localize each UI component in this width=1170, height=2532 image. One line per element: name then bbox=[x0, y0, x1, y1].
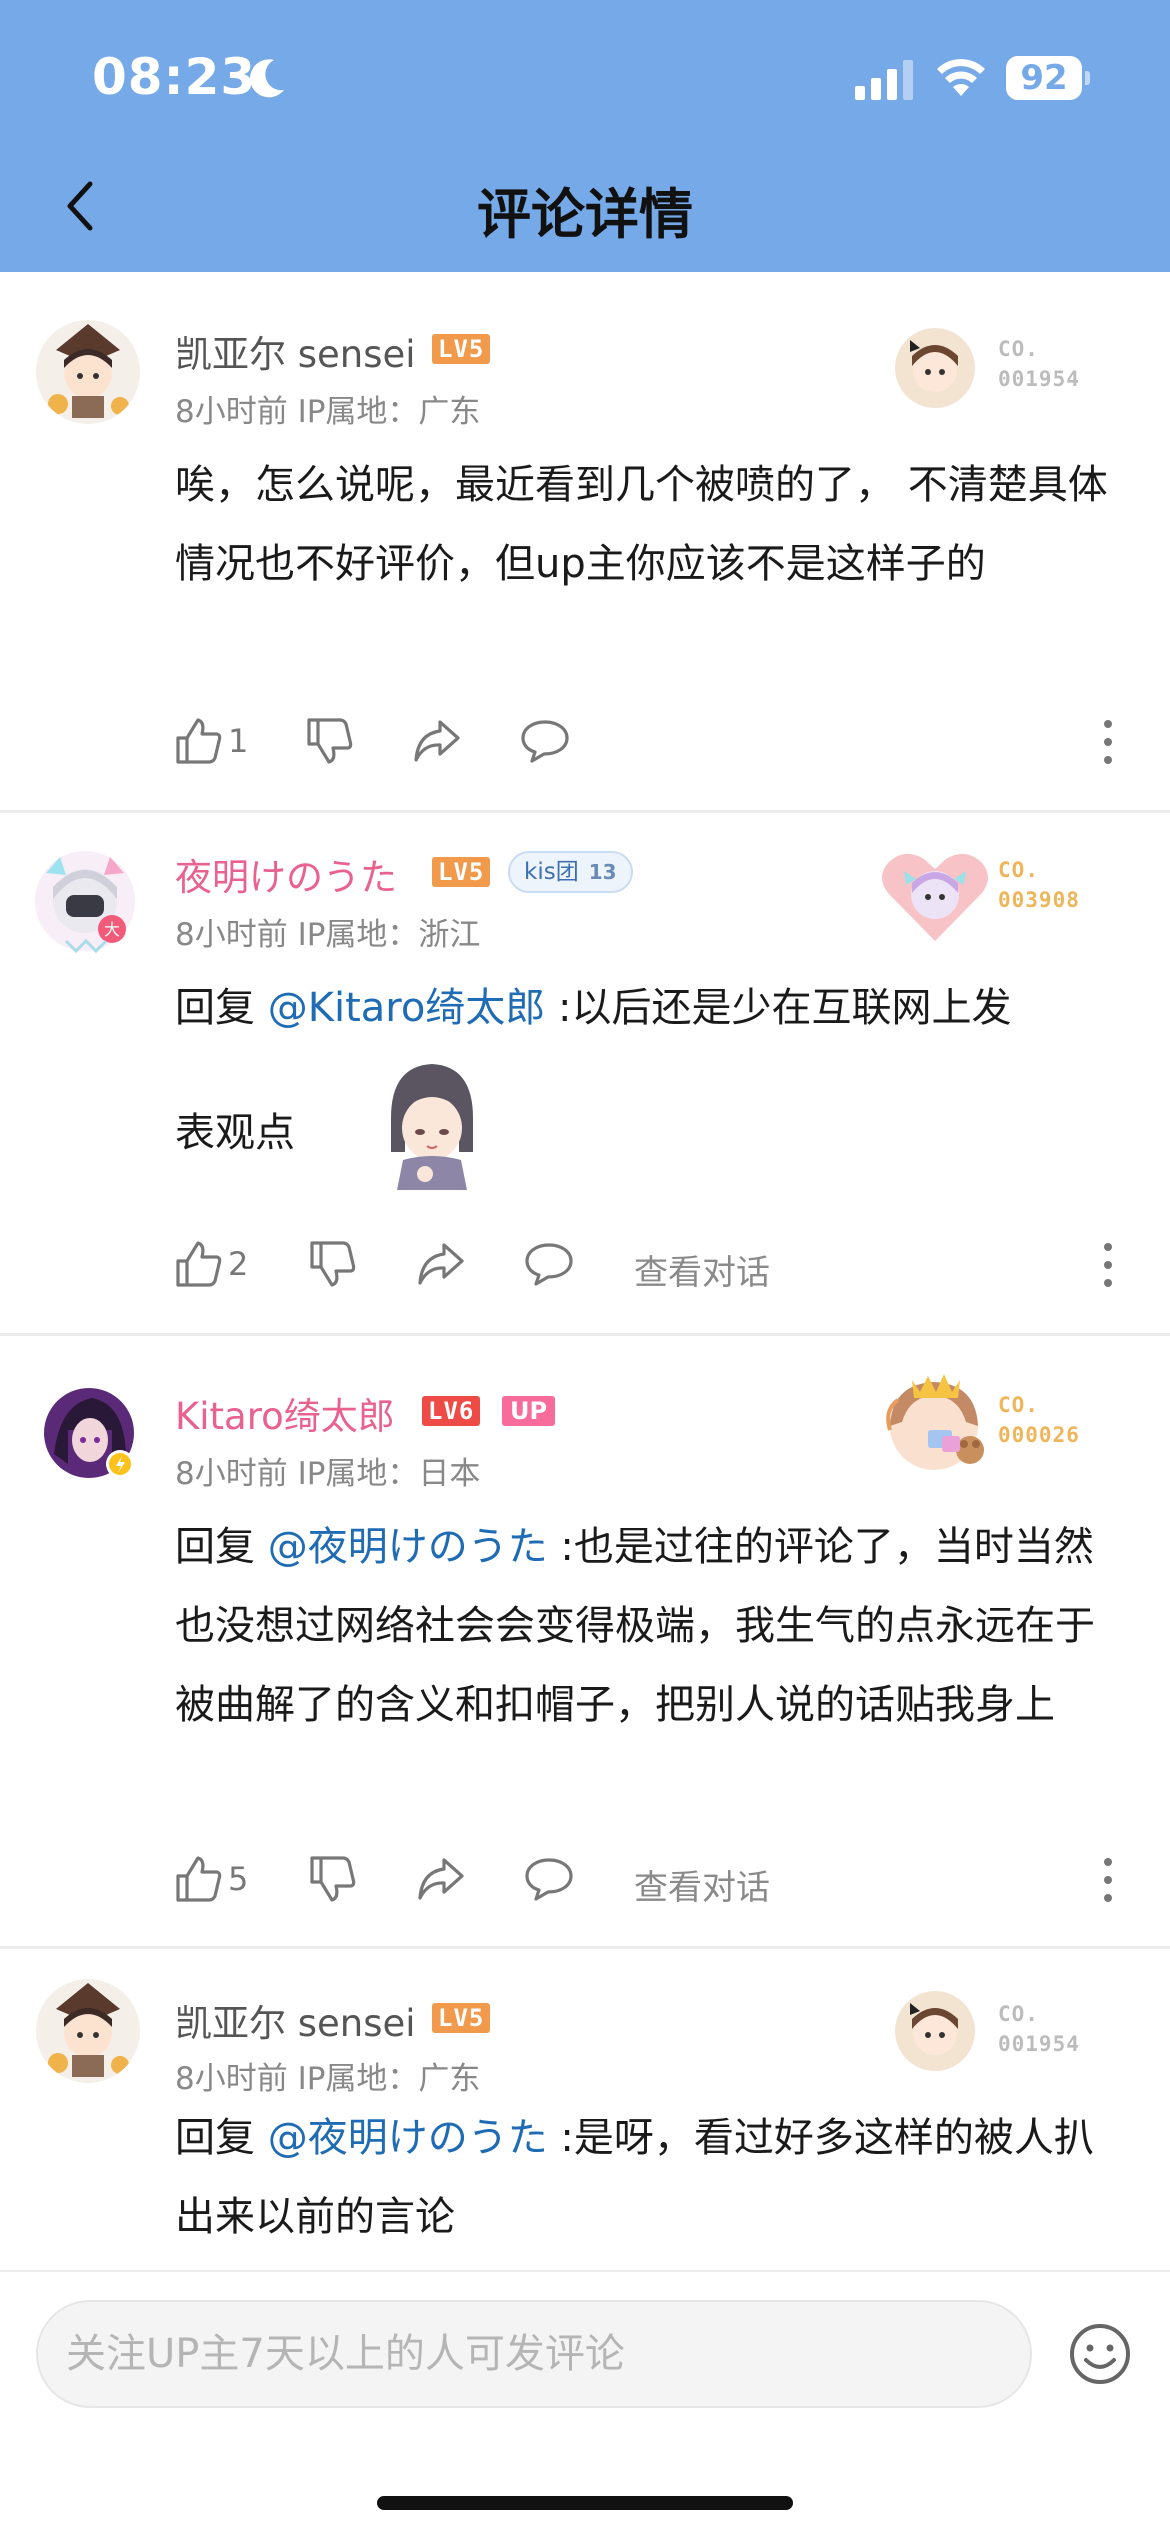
view-conversation-link[interactable]: 查看对话 bbox=[634, 1860, 770, 1909]
fan-medal-badge[interactable]: kis团 13 bbox=[508, 851, 633, 893]
status-bar: 08:23 92 bbox=[0, 0, 1170, 150]
username[interactable]: 凯亚尔 sensei bbox=[175, 1993, 416, 2047]
comment-actions: 5 查看对话 bbox=[0, 1854, 1170, 1914]
comment-input[interactable]: 关注UP主7天以上的人可发评论 bbox=[36, 2300, 1032, 2408]
share-icon[interactable] bbox=[416, 1854, 466, 1904]
decoration-number: CO. 001954 bbox=[998, 2002, 1080, 2056]
like-icon[interactable] bbox=[174, 716, 224, 766]
level-badge: LV5 bbox=[432, 857, 491, 887]
user-avatar[interactable]: 大 bbox=[26, 843, 144, 961]
comment-meta: 8小时前 IP属地：浙江 bbox=[175, 909, 480, 954]
decoration-number: CO. 000026 bbox=[998, 1393, 1080, 1447]
user-avatar[interactable] bbox=[36, 1979, 140, 2083]
mention-link[interactable]: @夜明けのうた bbox=[268, 1524, 548, 1570]
mention-link[interactable]: @夜明けのうた bbox=[268, 2115, 548, 2161]
dislike-icon[interactable] bbox=[308, 1239, 358, 1289]
comment-meta: 8小时前 IP属地：日本 bbox=[175, 1448, 480, 1493]
decoration-card-icon bbox=[895, 1991, 975, 2071]
view-conversation-link[interactable]: 查看对话 bbox=[634, 1245, 770, 1294]
more-options-icon[interactable] bbox=[1100, 716, 1116, 768]
decoration-card-icon bbox=[886, 1374, 984, 1470]
battery-level: 92 bbox=[1020, 58, 1068, 98]
more-options-icon[interactable] bbox=[1100, 1854, 1116, 1906]
more-options-icon[interactable] bbox=[1100, 1239, 1116, 1291]
comment-ip: IP属地：广东 bbox=[297, 2061, 481, 2097]
level-badge: LV5 bbox=[432, 2003, 491, 2033]
comment-meta: 8小时前 IP属地：广东 bbox=[175, 386, 480, 431]
comment-text: 唉，怎么说呢，最近看到几个被喷的了， 不清楚具体情况也不好评价，但up主你应该不… bbox=[175, 462, 1108, 587]
comment-actions: 1 bbox=[0, 716, 1170, 776]
dislike-icon[interactable] bbox=[305, 716, 355, 766]
user-avatar[interactable] bbox=[36, 320, 140, 424]
like-icon[interactable] bbox=[174, 1854, 224, 1904]
comment-ip: IP属地：日本 bbox=[297, 1456, 481, 1492]
comment-text: 回复 @夜明けのうた :也是过往的评论了，当时当然也没想过网络社会会变得极端，我… bbox=[175, 1524, 1095, 1728]
comment-item: 大 夜明けのうた LV5 kis团 13 8小时前 IP属地：浙江 CO. 0039… bbox=[0, 813, 1170, 1333]
comment-input-bar: 关注UP主7天以上的人可发评论 bbox=[0, 2270, 1170, 2532]
status-time: 08:23 bbox=[92, 48, 257, 106]
home-indicator bbox=[377, 2496, 793, 2510]
like-count: 2 bbox=[228, 1245, 249, 1283]
comment-actions: 2 查看对话 bbox=[0, 1239, 1170, 1299]
like-count: 5 bbox=[228, 1860, 249, 1898]
up-badge: UP bbox=[502, 1396, 556, 1426]
comment-time: 8小时前 bbox=[175, 917, 288, 953]
page-title: 评论详情 bbox=[477, 183, 693, 246]
comment-ip: IP属地：广东 bbox=[297, 394, 481, 430]
battery-icon: 92 bbox=[1006, 56, 1090, 100]
decoration-card-icon bbox=[882, 853, 988, 941]
top-bar: 08:23 92 评论详情 bbox=[0, 0, 1170, 272]
comment-text: 回复 @夜明けのうた :是呀，看过好多这样的被人扒出来以前的言论 bbox=[175, 2115, 1094, 2240]
like-count: 1 bbox=[228, 722, 249, 760]
decoration-number: CO. 003908 bbox=[998, 858, 1080, 912]
reply-icon[interactable] bbox=[524, 1239, 574, 1289]
comment-meta: 8小时前 IP属地：广东 bbox=[175, 2053, 480, 2098]
comment-item: Kitaro绮太郎 LV6 UP 8小时前 IP属地：日本 CO. 000026 … bbox=[0, 1336, 1170, 1946]
comment-time: 8小时前 bbox=[175, 2061, 288, 2097]
wifi-icon bbox=[937, 59, 985, 96]
mention-link[interactable]: @Kitaro绮太郎 bbox=[268, 985, 546, 1031]
username[interactable]: 夜明けのうた bbox=[175, 847, 397, 901]
svg-text:大: 大 bbox=[104, 920, 120, 939]
emoji-icon[interactable] bbox=[1068, 2322, 1132, 2386]
comment-time: 8小时前 bbox=[175, 394, 288, 430]
moon-icon bbox=[250, 59, 284, 98]
comment-item: 凯亚尔 sensei LV5 8小时前 IP属地：广东 CO. 001954 回复… bbox=[0, 1949, 1170, 2270]
username[interactable]: Kitaro绮太郎 bbox=[175, 1386, 395, 1440]
dislike-icon[interactable] bbox=[308, 1854, 358, 1904]
comment-text: 回复 @Kitaro绮太郎 :以后还是少在互联网上发 表观点 bbox=[175, 969, 1125, 1202]
comment-ip: IP属地：浙江 bbox=[297, 917, 481, 953]
comment-item: 凯亚尔 sensei LV5 8小时前 IP属地：广东 CO. 001954 唉，… bbox=[0, 290, 1170, 810]
like-icon[interactable] bbox=[174, 1239, 224, 1289]
reply-icon[interactable] bbox=[524, 1854, 574, 1904]
cellular-signal-icon bbox=[855, 60, 913, 100]
level-badge: LV5 bbox=[432, 334, 491, 364]
reply-icon[interactable] bbox=[520, 716, 570, 766]
share-icon[interactable] bbox=[416, 1239, 466, 1289]
share-icon[interactable] bbox=[412, 716, 462, 766]
user-avatar[interactable] bbox=[40, 1384, 138, 1482]
username[interactable]: 凯亚尔 sensei bbox=[175, 324, 416, 378]
decoration-number: CO. 001954 bbox=[998, 337, 1080, 391]
comment-time: 8小时前 bbox=[175, 1456, 288, 1492]
decoration-card-icon bbox=[895, 328, 975, 408]
sticker-emote-icon bbox=[391, 1064, 473, 1190]
level-badge: LV6 bbox=[422, 1396, 481, 1426]
